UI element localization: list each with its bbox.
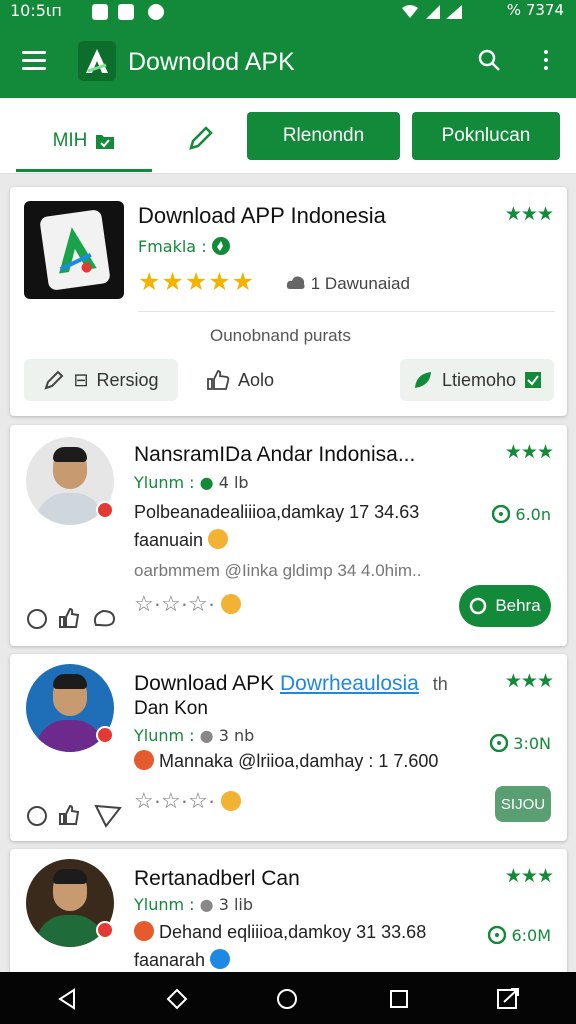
signal-icon [402,5,462,19]
post-link[interactable]: Dowrheaulosia [280,672,419,695]
rating-stars-icon: ★★★ [504,204,554,225]
status-time: 10:5ιп [10,1,62,20]
post-text: Polbeanadealiiioa,damkay 17 34.63 faanua… [134,502,420,550]
post-time: 6.0n [492,504,551,524]
featured-subtitle: Fmakla : [138,237,230,256]
emoji-icon [134,921,154,941]
tabs-bar: MIH Rlenondn Poknlucan [0,98,576,174]
rating-stars-icon: ★★★ [504,866,554,887]
like-button[interactable]: Aolo [196,359,284,401]
post-meta: Ylunm : ● 3 lib [134,895,254,914]
reaction-icons[interactable] [26,802,130,828]
post-author: NansramIDa Andar Indonisa... [134,443,416,466]
status-bar: 10:5ιп % 7374 [0,0,576,24]
emoji-icon [221,594,242,614]
follow-button[interactable]: Behra [459,585,551,627]
version-button[interactable]: ⊟ Rersiog [24,359,178,401]
more-options-icon[interactable] [542,50,550,74]
post-meta: Ylunm : ● 4 lb [134,473,249,492]
diamond-icon[interactable] [166,988,188,1010]
folder-check-icon [96,134,115,149]
verified-icon [211,237,230,255]
divider [138,311,555,312]
post-card[interactable]: NansramIDa Andar Indonisa... ★★★ Ylunm :… [10,425,567,646]
refresh-icon [470,597,487,615]
notification-icon [92,4,108,20]
live-badge-icon [96,501,114,519]
post-text: Dehand eqliiioa,damkoy 31 33.68 faanarah [134,921,427,970]
remove-button[interactable]: Ltiemoho [400,359,554,401]
post-author: Rertanadberl Can [134,867,300,890]
post-author-line2: Dan Kon [134,698,208,719]
rating-stars-icon[interactable]: ☆·☆·☆· [134,788,242,814]
search-icon[interactable] [477,48,501,72]
tab-rlenondn[interactable]: Rlenondn [247,112,400,160]
clock-icon [492,504,511,524]
clock-icon [488,925,507,945]
chat-icon: ● [199,473,214,492]
external-link-icon[interactable] [496,988,520,1010]
tab-poknlucan[interactable]: Poknlucan [412,112,560,160]
live-badge-icon [96,726,114,744]
download-count: 1 Dawunaiad [286,274,410,294]
checkbox-icon [525,372,542,388]
status-battery-text: % 7374 [506,1,564,19]
grid-icon: ⊟ [73,369,89,390]
tab-mih-label: MIH [52,129,88,151]
post-card[interactable]: Download APK Dowrheaulosia th Dan Kon ★★… [10,654,567,841]
featured-caption: Ounobnand purats [210,326,351,345]
rating-stars-icon[interactable]: ☆·☆·☆· [134,591,242,617]
featured-title: Download APP Indonesia [138,203,386,228]
post-author: Download APK Dowrheaulosia th [134,672,448,695]
cloud-download-icon [286,276,305,289]
post-time: 6:0M [488,925,551,945]
menu-icon[interactable] [22,51,46,70]
home-icon[interactable] [276,988,298,1010]
post-meta: Ylunm : ● 3 nb [134,726,255,745]
follow-button[interactable]: SIJOU [495,786,551,822]
pencil-icon [44,370,64,390]
back-icon[interactable] [56,988,78,1010]
edit-tab[interactable] [176,120,226,156]
post-time: 3:0N [489,733,551,753]
star-rating-icon: ★★★★★ [138,268,256,296]
live-badge-icon [96,921,114,939]
rating-stars-icon: ★★★ [504,442,554,463]
emoji-icon [134,750,154,770]
app-thumbnail [24,201,124,299]
post-card[interactable]: Rertanadberl Can ★★★ Ylunm : ● 3 lib Deh… [10,849,567,979]
chat-icon: ● [199,895,214,914]
tab-mih[interactable]: MIH [16,112,152,172]
chat-icon: ● [199,726,214,745]
pencil-icon [189,126,213,150]
android-logo-icon [86,49,108,73]
android-logo-icon [59,227,97,274]
clock-icon [489,733,509,753]
app-logo [78,41,116,81]
notification-icon [118,4,134,20]
app-title: Downolod APK [128,48,295,76]
emoji-icon [221,791,242,811]
recents-icon[interactable] [388,988,410,1010]
featured-app-card[interactable]: Download APP Indonesia ★★★ Fmakla : ★★★★… [10,187,567,416]
thumbs-up-icon [207,370,230,390]
app-bar: Downolod APK [0,24,576,98]
emoji-icon [210,949,231,969]
post-subtext: oarbmmem @Iinka gldimp 34 4.0him.. [134,561,422,580]
system-nav-bar [0,972,576,1024]
reaction-icons[interactable] [26,605,130,631]
emoji-icon [208,529,229,549]
rating-stars-icon: ★★★ [504,671,554,692]
post-text: Mannaka @lriioa,damhay : 1 7.600 [134,747,438,775]
notification-icon [148,4,164,20]
leaf-icon [414,372,431,388]
